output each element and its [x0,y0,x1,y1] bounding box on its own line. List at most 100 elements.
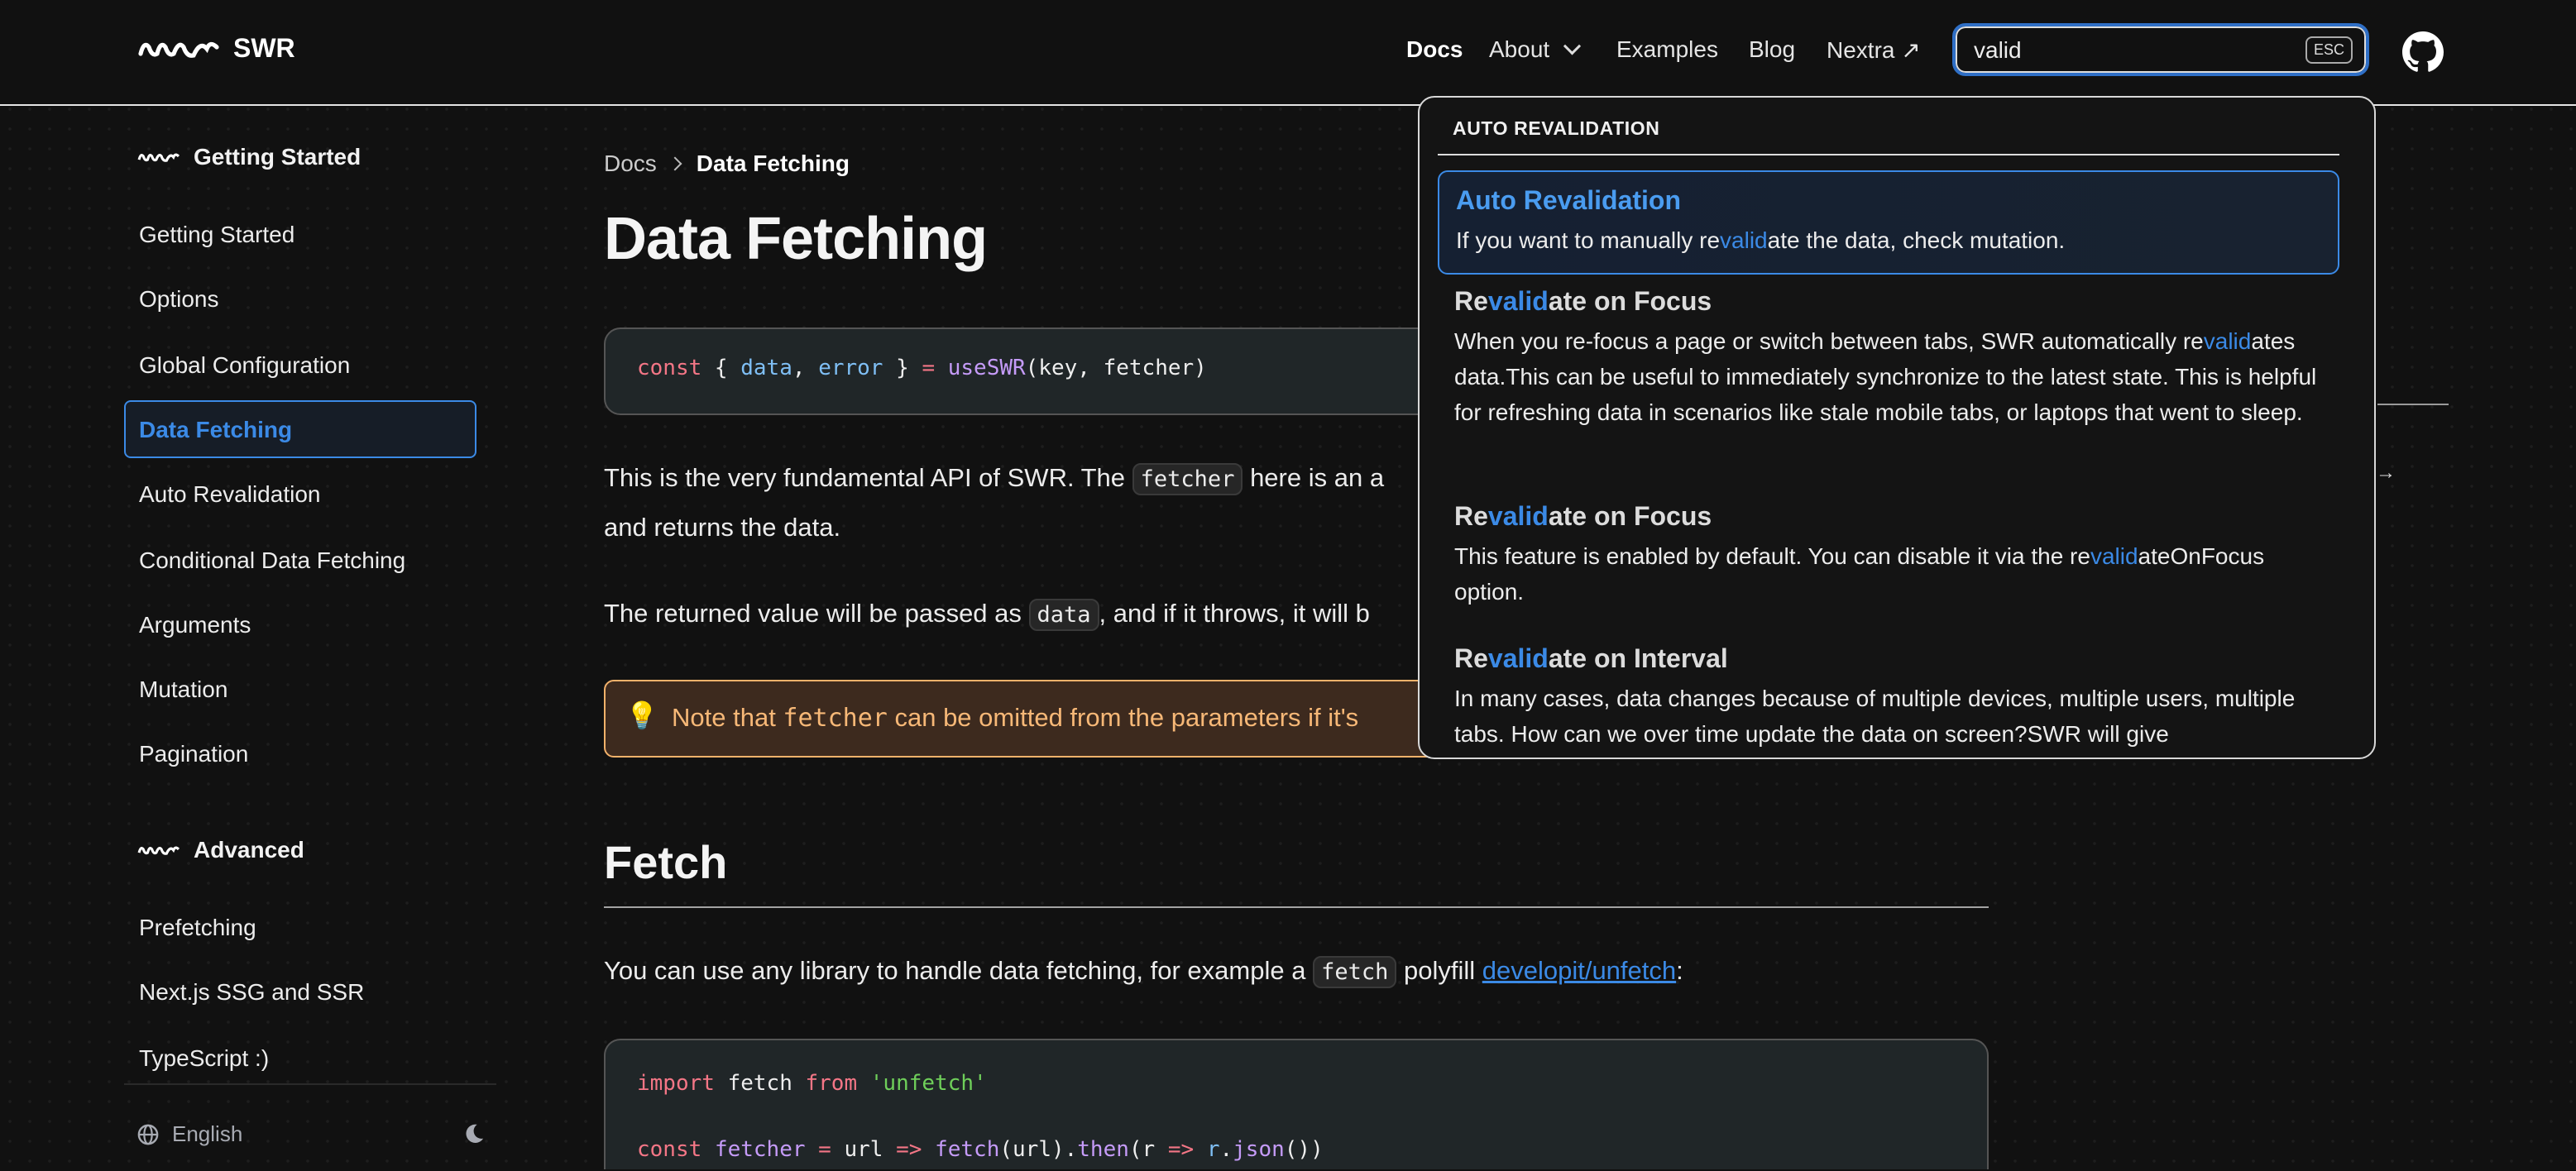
match-highlight: valid [2203,328,2252,354]
result-title: Auto Revalidation [1456,185,2321,216]
code-token: from [805,1071,858,1096]
code-token: (key, fetcher) [1025,356,1207,380]
code-token: fetch [714,1071,806,1096]
text: here is an a [1243,463,1385,492]
code-token: (url). [999,1137,1078,1162]
paragraph-intro: This is the very fundamental API of SWR.… [604,463,1385,495]
inline-code: fetcher [1132,463,1243,495]
nav-docs[interactable]: Docs [1406,36,1463,63]
code-token: fetch [935,1137,1000,1162]
paragraph-fetch: You can use any library to handle data f… [604,956,1683,988]
search-result-item[interactable]: Revalidate on Interval In many cases, dat… [1438,643,2339,752]
swr-logo-icon [137,846,180,855]
text: This feature is enabled by default. You … [1454,543,2090,569]
esc-key-hint: ESC [2305,36,2353,64]
sidebar-item-conditional-data-fetching[interactable]: Conditional Data Fetching [139,547,405,574]
sidebar-item-pagination[interactable]: Pagination [139,741,248,767]
text: Note that [672,703,783,732]
result-description: This feature is enabled by default. You … [1454,538,2323,609]
search-result-item[interactable]: Auto Revalidation If you want to manually… [1438,170,2339,275]
text: Re [1454,286,1488,316]
search-input[interactable] [1972,36,2290,65]
code-token: r [1206,1137,1220,1162]
sidebar-item-getting-started[interactable]: Getting Started [139,222,294,248]
text: can be omitted from the parameters if it… [887,703,1359,732]
sidebar-item-global-configuration[interactable]: Global Configuration [139,352,350,379]
paragraph-intro-line2: and returns the data. [604,513,841,542]
code-line: const fetcher = url => fetch(url).then(r… [637,1116,1956,1171]
code-token: => [896,1137,922,1162]
search-result-item[interactable]: Revalidate on Focus When you re-focus a p… [1438,286,2339,430]
sidebar-item-data-fetching[interactable]: Data Fetching [139,417,292,443]
code-token: error [818,356,883,380]
match-highlight: valid [1487,286,1549,316]
sidebar-item-options[interactable]: Options [139,286,219,313]
moon-icon[interactable] [463,1123,485,1145]
heading-fetch: Fetch [604,836,728,888]
sidebar-item-auto-revalidation[interactable]: Auto Revalidation [139,481,320,508]
code-token: } [883,356,922,380]
sidebar-item-typescript[interactable]: TypeScript :) [139,1045,269,1072]
text: This is the very fundamental API of SWR.… [604,463,1132,492]
swr-logo-icon [138,41,219,58]
toc-divider [2377,404,2449,405]
code-token: { [701,356,741,380]
github-icon[interactable] [2402,31,2444,73]
lightbulb-icon: 💡 [625,700,658,730]
text: ate on Focus [1548,286,1712,316]
chevron-down-icon [1563,37,1582,55]
nav-blog[interactable]: Blog [1749,36,1795,63]
sidebar-item-mutation[interactable]: Mutation [139,676,227,703]
nav-nextra[interactable]: Nextra ↗ [1827,36,1921,64]
code-lines: import fetch from 'unfetch' const fetcher… [637,1050,1956,1171]
code-token: = [818,1137,831,1162]
code-token: 'unfetch' [869,1071,987,1096]
breadcrumb: Docs Data Fetching [604,151,850,177]
chevron-right-icon [668,156,682,171]
search-box[interactable]: ESC [1952,23,2369,76]
link-developit-unfetch[interactable]: developit/unfetch [1482,956,1676,985]
top-nav: SWR Docs About Examples Blog Nextra ↗ ES… [0,0,2576,106]
text: polyfill [1396,956,1482,985]
text: You can use any library to handle data f… [604,956,1314,985]
group-divider [1438,154,2339,155]
result-description: In many cases, data changes because of m… [1454,681,2323,752]
match-highlight: valid [1487,501,1549,531]
text: When you re-focus a page or switch betwe… [1454,328,2204,354]
code-token: (r [1128,1137,1168,1162]
result-description: If you want to manually revalidate the d… [1456,222,2321,258]
breadcrumb-docs[interactable]: Docs [604,151,657,177]
code-token: useSWR [947,356,1026,380]
sidebar-item-nextjs-ssg-ssr[interactable]: Next.js SSG and SSR [139,979,364,1006]
arrow-right-icon[interactable]: → [2376,461,2396,485]
nav-examples[interactable]: Examples [1616,36,1718,63]
code-token: ()) [1284,1137,1324,1162]
language-label: English [172,1121,243,1146]
nav-about[interactable]: About [1489,36,1582,63]
text: Auto Revalidation [1456,185,1682,215]
result-title: Revalidate on Interval [1454,643,2323,674]
brand-name: SWR [233,33,295,63]
code-token: fetcher [714,1137,806,1162]
code-token: = [922,356,936,380]
text: : [1676,956,1683,985]
result-title: Revalidate on Focus [1454,286,2323,317]
sidebar-item-arguments[interactable]: Arguments [139,612,251,638]
breadcrumb-current: Data Fetching [696,151,850,176]
language-switcher[interactable]: English [137,1121,242,1147]
code-token: url [831,1137,897,1162]
logo-link[interactable]: SWR [137,33,295,64]
match-highlight: valid [1720,227,1768,253]
sidebar-divider [124,1083,496,1085]
search-result-item[interactable]: Revalidate on Focus This feature is enabl… [1438,501,2339,609]
sidebar-item-prefetching[interactable]: Prefetching [139,915,256,941]
globe-icon [137,1124,159,1145]
text: If you want to manually re [1456,227,1721,253]
nav-about-label: About [1489,36,1550,62]
text: ate on Interval [1548,643,1728,673]
